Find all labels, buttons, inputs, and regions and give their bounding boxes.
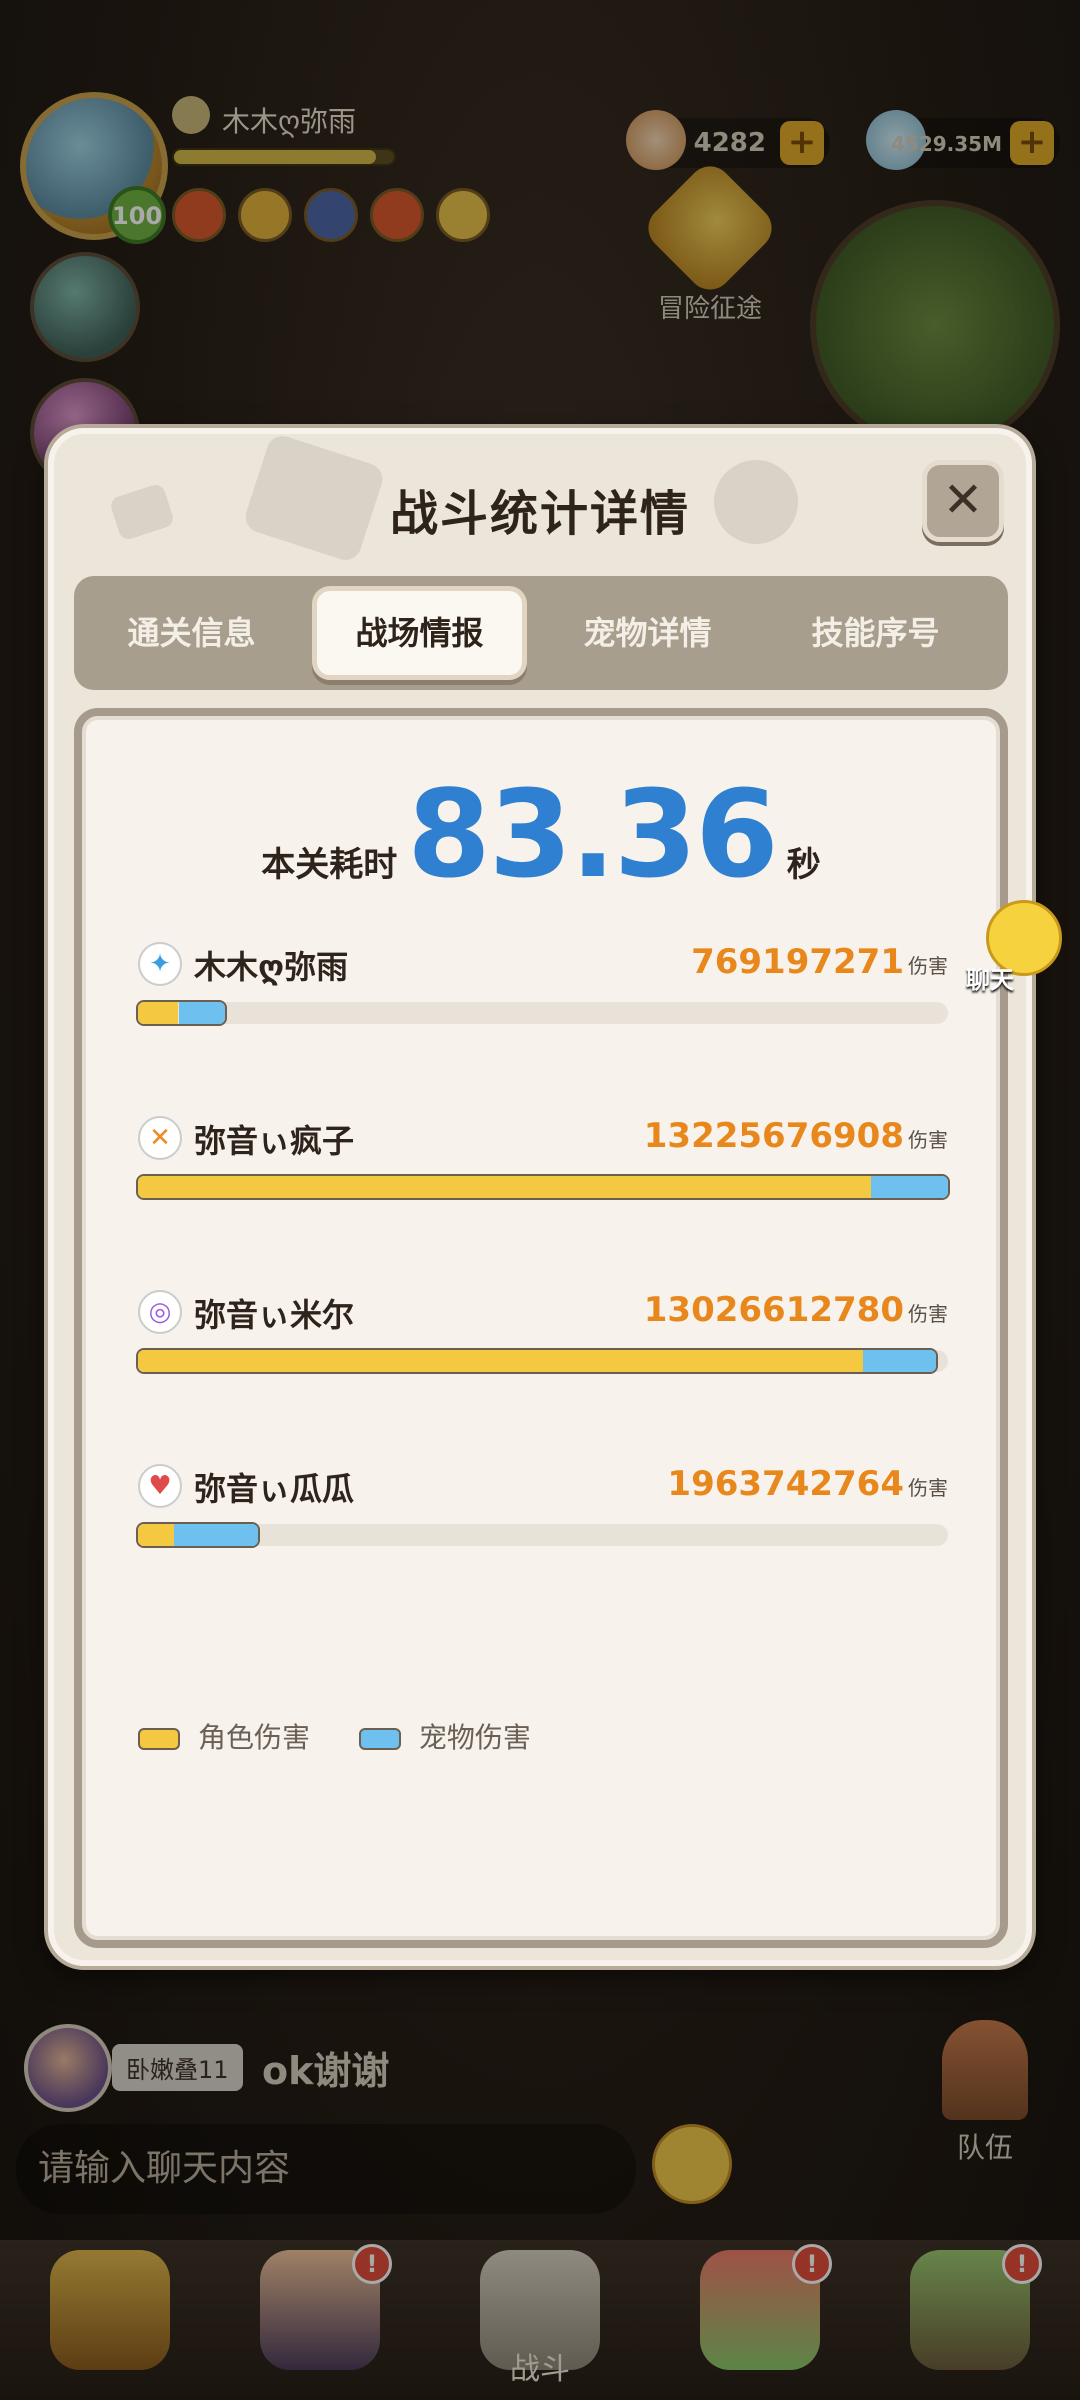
level-badge: 100 [108, 186, 166, 244]
nav-beast[interactable] [10, 2240, 210, 2400]
bottom-nav: ! 战斗 ! ! [0, 2240, 1080, 2400]
damage-bar [138, 1002, 226, 1024]
tab-skill-order[interactable]: 技能序号 [768, 586, 983, 680]
lightning-swirl-icon: ✦ [138, 942, 182, 986]
notification-badge: ! [1002, 2244, 1042, 2284]
exp-bar [172, 148, 396, 166]
nav-battle[interactable]: 战斗 [440, 2240, 640, 2400]
tab-bar: 通关信息 战场情报 宠物详情 技能序号 [74, 576, 1008, 690]
clear-time-unit: 秒 [786, 845, 821, 885]
legend-label-role: 角色伤害 [198, 1721, 311, 1754]
chat-input[interactable]: 请输入聊天内容 [16, 2124, 636, 2214]
notification-badge: ! [352, 2244, 392, 2284]
chat-helper-button[interactable]: 聊天 [950, 896, 1070, 1006]
tab-pet-details[interactable]: 宠物详情 [540, 586, 755, 680]
chat-sender-name: 卧嫩叠11 [112, 2044, 243, 2091]
player-row-damage: 1963742764 [667, 1464, 904, 1504]
role-damage-fill [138, 1002, 179, 1024]
clear-time-label: 本关耗时 [261, 845, 398, 885]
buff-crest-icon[interactable] [370, 188, 424, 242]
clear-time: 本关耗时83.36 秒 [82, 766, 1000, 906]
role-damage-fill [138, 1176, 872, 1198]
player-title-icon [172, 96, 210, 134]
player-row-damage: 13026612780 [643, 1290, 904, 1330]
adventure-quest-button[interactable]: 冒险征途 [639, 157, 781, 324]
damage-legend: 角色伤害 宠物伤害 [138, 1716, 571, 1756]
damage-unit: 伤害 [908, 1476, 948, 1500]
add-gold-button[interactable]: + [780, 121, 824, 165]
quest-label: 冒险征途 [657, 294, 762, 324]
player-row: ✕ 弥音ぃ疯子 13225676908 伤害 [138, 1116, 948, 1236]
damage-bar [138, 1350, 936, 1372]
player-row-name: 弥音ぃ疯子 [194, 1122, 355, 1160]
pet-damage-swatch [358, 1728, 401, 1750]
chat-message: ok谢谢 [262, 2049, 390, 2093]
damage-track [138, 1176, 948, 1198]
player-row-name: 木木ღ弥雨 [194, 948, 349, 986]
gem-value: 4529.35M [891, 132, 1002, 156]
damage-unit: 伤害 [908, 1128, 948, 1152]
gem-counter: 4529.35M + [866, 110, 1060, 170]
player-row: ♥ 弥音ぃ瓜瓜 1963742764 伤害 [138, 1464, 948, 1584]
chat-sender-avatar[interactable] [24, 2024, 112, 2112]
team-button[interactable]: 队伍 [920, 2020, 1050, 2170]
damage-track [138, 1524, 948, 1546]
player-row: ✦ 木木ღ弥雨 769197271 伤害 [138, 942, 948, 1062]
trophy-icon [639, 157, 781, 299]
damage-track [138, 1350, 948, 1372]
tab-clear-info[interactable]: 通关信息 [84, 586, 299, 680]
battle-label: 战斗 [510, 2352, 570, 2387]
gold-icon [626, 110, 686, 170]
player-row-name: 弥音ぃ米尔 [194, 1296, 355, 1334]
minimap[interactable] [810, 200, 1060, 450]
buff-mushroom-icon[interactable] [172, 188, 226, 242]
buff-shield-icon[interactable] [304, 188, 358, 242]
modal-title: 战斗统计详情 [389, 486, 690, 542]
purple-swirl-icon: ◎ [138, 1290, 182, 1334]
player-row-damage: 769197271 [691, 942, 904, 982]
damage-unit: 伤害 [908, 1302, 948, 1326]
team-label: 队伍 [956, 2131, 1013, 2164]
nav-totem[interactable]: ! [870, 2240, 1070, 2400]
beast-icon [50, 2250, 170, 2370]
add-gem-button[interactable]: + [1010, 121, 1054, 165]
legend-label-pet: 宠物伤害 [418, 1721, 531, 1754]
buff-crown-icon[interactable] [436, 188, 490, 242]
team-icon [942, 2020, 1028, 2120]
player-row: ◎ 弥音ぃ米尔 13026612780 伤害 [138, 1290, 948, 1410]
pet-damage-fill [862, 1350, 936, 1372]
crossed-blades-icon: ✕ [138, 1116, 182, 1160]
role-damage-fill [138, 1524, 175, 1546]
player-row-name: 弥音ぃ瓜瓜 [194, 1470, 355, 1508]
gold-counter: 4282 + [626, 110, 830, 170]
role-damage-swatch [138, 1728, 180, 1750]
pet-damage-fill [178, 1002, 226, 1024]
buff-fire-icon[interactable] [238, 188, 292, 242]
damage-bar [138, 1176, 948, 1198]
battle-intel-panel: 本关耗时83.36 秒 ✦ 木木ღ弥雨 769197271 伤害 ✕ 弥音ぃ疯子 1… [74, 708, 1008, 1948]
pet-damage-fill [871, 1176, 948, 1198]
role-damage-fill [138, 1350, 863, 1372]
damage-unit: 伤害 [908, 954, 948, 978]
player-row-damage: 13225676908 [643, 1116, 904, 1156]
red-wings-icon: ♥ [138, 1464, 182, 1508]
close-button[interactable]: ✕ [922, 460, 1004, 542]
side-menu-orb-icon[interactable] [30, 252, 140, 362]
gold-value: 4282 [693, 128, 766, 158]
emoji-icon[interactable] [652, 2124, 732, 2204]
notification-badge: ! [792, 2244, 832, 2284]
player-name: 木木ღ弥雨 [222, 105, 357, 138]
tab-battlefield-intel[interactable]: 战场情报 [312, 586, 527, 680]
battle-stats-modal: 战斗统计详情 ✕ 通关信息 战场情报 宠物详情 技能序号 本关耗时83.36 秒 … [48, 428, 1032, 1966]
chat-helper-label: 聊天 [966, 966, 1014, 994]
pet-damage-fill [174, 1524, 258, 1546]
nav-hero[interactable]: ! [220, 2240, 420, 2400]
damage-track [138, 1002, 948, 1024]
clear-time-value: 83.36 [407, 766, 779, 905]
nav-pet[interactable]: ! [660, 2240, 860, 2400]
damage-bar [138, 1524, 258, 1546]
